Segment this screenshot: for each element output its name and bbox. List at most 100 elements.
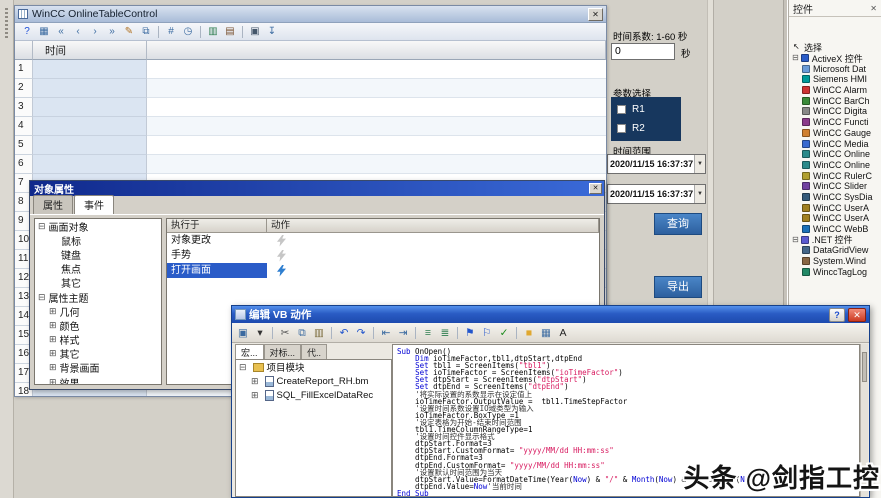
toolbox-item[interactable]: Siemens HMI	[789, 74, 881, 85]
row-number-column-header[interactable]	[15, 41, 33, 60]
vb-tree-item[interactable]: ⊟ 项目模块	[236, 360, 391, 374]
expand-icon[interactable]: ⊞	[251, 376, 259, 386]
folder-icon[interactable]: ■	[521, 325, 537, 341]
props-tree-item[interactable]: ⊞ 背景画面	[35, 361, 161, 376]
toolbox-item[interactable]: WinCC RulerC	[789, 170, 881, 181]
next-record-icon[interactable]: ›	[87, 24, 103, 39]
time-base-icon[interactable]: ◷	[180, 24, 196, 39]
comment-icon[interactable]: ≡	[420, 325, 436, 341]
export-button[interactable]: 导出	[654, 276, 702, 298]
copy-icon[interactable]: ⧉	[138, 24, 154, 39]
toolbox-item[interactable]: WinCC Functi	[789, 117, 881, 128]
props-tree-item[interactable]: ⊟ 画面对象	[35, 219, 161, 234]
scrollbar-thumb[interactable]	[862, 352, 867, 382]
close-icon[interactable]	[848, 307, 866, 322]
event-row[interactable]: 打开画面	[167, 263, 599, 278]
toolbox-item[interactable]: DataGridView	[789, 245, 881, 256]
toolbox-item[interactable]: Microsoft Dat	[789, 63, 881, 74]
expand-icon[interactable]: ⊞	[49, 335, 57, 344]
export-icon[interactable]: ↧	[264, 24, 280, 39]
dropdown-icon[interactable]	[694, 155, 705, 173]
event-row[interactable]: 对象更改	[167, 233, 599, 248]
dropdown-icon[interactable]	[694, 185, 705, 203]
row-number[interactable]: 2	[15, 79, 33, 98]
props-tab[interactable]: 属性	[33, 195, 73, 214]
data-cell[interactable]	[147, 155, 606, 174]
table-icon[interactable]: ▦	[36, 24, 52, 39]
toolbox-item[interactable]: WinCC Online	[789, 160, 881, 171]
previous-record-icon[interactable]: ‹	[70, 24, 86, 39]
vb-tree-item[interactable]: ⊞ CreateReport_RH.bm	[236, 374, 391, 388]
props-tree-item[interactable]: 键盘	[35, 247, 161, 262]
event-row[interactable]: 手势	[167, 248, 599, 263]
event-action-cell[interactable]	[267, 248, 599, 263]
props-tree-item[interactable]: ⊞ 效果	[35, 375, 161, 384]
data-cell[interactable]	[147, 60, 606, 79]
checkbox[interactable]	[617, 105, 626, 114]
columns-icon[interactable]: ▤	[222, 24, 238, 39]
query-button[interactable]: 查询	[654, 213, 702, 235]
data-cell[interactable]	[147, 117, 606, 136]
row-number[interactable]: 1	[15, 60, 33, 79]
time-cell[interactable]	[33, 60, 147, 79]
checkbox[interactable]	[617, 124, 626, 133]
toolbox-item[interactable]: WinCC Online	[789, 149, 881, 160]
time-column-header[interactable]: 时间	[33, 41, 147, 60]
font-icon[interactable]: A	[555, 325, 571, 341]
expand-icon[interactable]: ⊞	[49, 377, 57, 384]
dropdown-icon[interactable]: ▾	[252, 325, 268, 341]
data-cell[interactable]	[147, 98, 606, 117]
event-action-cell[interactable]	[267, 233, 599, 248]
help-icon[interactable]: ?	[19, 24, 35, 39]
paste-icon[interactable]: ▥	[311, 325, 327, 341]
copy-icon[interactable]: ⧉	[294, 325, 310, 341]
collapse-icon[interactable]: ⊟	[792, 54, 799, 62]
help-icon[interactable]	[829, 307, 845, 322]
toolbox-item[interactable]: WinCC Media	[789, 138, 881, 149]
uncomment-icon[interactable]: ≣	[437, 325, 453, 341]
props-titlebar[interactable]: 对象属性	[30, 181, 604, 196]
row-number[interactable]: 5	[15, 136, 33, 155]
print-icon[interactable]: ▣	[247, 24, 263, 39]
props-tree-item[interactable]: ⊞ 样式	[35, 333, 161, 348]
time-factor-input[interactable]: 0	[611, 43, 675, 60]
toolbox-item[interactable]: System.Wind	[789, 256, 881, 267]
redo-icon[interactable]: ↷	[353, 325, 369, 341]
toolbox-item[interactable]: WinCC Alarm	[789, 85, 881, 96]
undo-icon[interactable]: ↶	[336, 325, 352, 341]
checkbox-row[interactable]: R1	[617, 100, 681, 119]
start-datetime-picker[interactable]: 2020/11/15 16:37:37	[607, 154, 706, 174]
vb-left-tab[interactable]: 宏...	[235, 344, 264, 359]
props-tree-item[interactable]: ⊞ 几何	[35, 304, 161, 319]
vb-left-tab[interactable]: 对标...	[263, 344, 302, 359]
time-cell[interactable]	[33, 79, 147, 98]
props-tree-item[interactable]: ⊞ 其它	[35, 347, 161, 362]
data-column-header[interactable]	[147, 41, 606, 60]
toolbox-item[interactable]: WinCC SysDia	[789, 192, 881, 203]
collapse-icon[interactable]: ⊟	[792, 235, 799, 244]
bookmark-icon[interactable]: ⚑	[462, 325, 478, 341]
time-cell[interactable]	[33, 98, 147, 117]
vb-titlebar[interactable]: 编辑 VB 动作	[232, 306, 869, 323]
data-cell[interactable]	[147, 136, 606, 155]
increase-indent-icon[interactable]: ⇥	[395, 325, 411, 341]
cut-icon[interactable]: ✂	[277, 325, 293, 341]
props-tree-item[interactable]: ⊞ 颜色	[35, 318, 161, 333]
collapse-icon[interactable]: ⊟	[38, 292, 46, 302]
toolbox-item[interactable]: ↖ 选择	[789, 42, 881, 53]
end-datetime-picker[interactable]: 2020/11/15 16:37:37	[607, 184, 706, 204]
props-tree-item[interactable]: 其它	[35, 276, 161, 290]
toolbox-item[interactable]: WinCC WebB	[789, 224, 881, 235]
window-layout-icon[interactable]: ▣	[235, 325, 251, 341]
expand-icon[interactable]: ⊞	[251, 390, 259, 400]
dock-grip-handle[interactable]	[5, 8, 8, 38]
toolbox-item[interactable]: WinCC Gauge	[789, 128, 881, 139]
toolbox-item[interactable]: WinCC BarCh	[789, 95, 881, 106]
time-cell[interactable]	[33, 155, 147, 174]
expand-icon[interactable]: ⊞	[49, 349, 57, 358]
left-dock-strip[interactable]	[0, 0, 14, 498]
checkbox-row[interactable]: R2	[617, 119, 681, 138]
close-icon[interactable]	[589, 183, 602, 194]
collapse-icon[interactable]: ⊟	[239, 362, 247, 372]
row-number[interactable]: 6	[15, 155, 33, 174]
